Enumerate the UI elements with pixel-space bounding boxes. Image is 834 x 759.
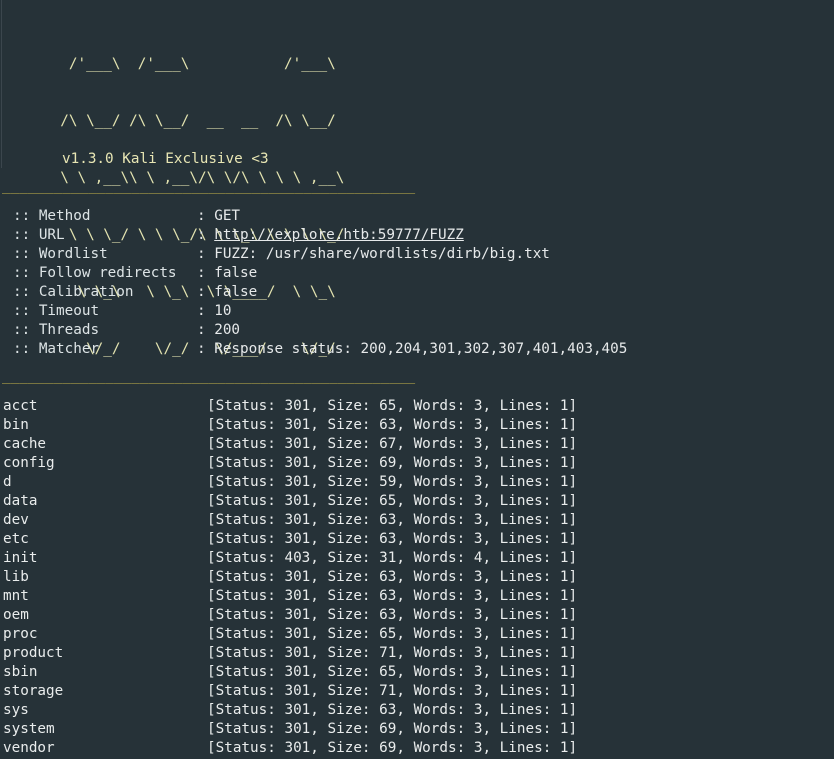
result-row: mnt [Status: 301, Size: 63, Words: 3, Lin…	[3, 587, 577, 606]
config-row-url: :: URL: http://explore.htb:59777/FUZZ	[13, 227, 464, 243]
config-url-link[interactable]: http://explore.htb:59777/FUZZ	[214, 227, 464, 243]
config-value: : 10	[197, 303, 232, 319]
result-row: sbin [Status: 301, Size: 65, Words: 3, Li…	[3, 663, 577, 682]
result-row: vendor [Status: 301, Size: 69, Words: 3, …	[3, 739, 577, 758]
config-key: :: Matcher	[13, 341, 100, 357]
config-row-threads: :: Threads : 200	[13, 321, 627, 340]
result-row: storage [Status: 301, Size: 71, Words: 3,…	[3, 682, 577, 701]
result-path: bin	[3, 417, 29, 433]
config-key: :: Timeout	[13, 303, 100, 319]
config-row-method: :: Method : GET	[13, 207, 627, 226]
result-path: proc	[3, 626, 38, 642]
result-meta: [Status: 403, Size: 31, Words: 4, Lines:…	[207, 550, 578, 566]
result-path: dev	[3, 512, 29, 528]
result-path: d	[3, 474, 12, 490]
result-path: etc	[3, 531, 29, 547]
result-meta: [Status: 301, Size: 65, Words: 3, Lines:…	[207, 398, 578, 414]
result-row: system [Status: 301, Size: 69, Words: 3, …	[3, 720, 577, 739]
config-value: : 200	[197, 322, 241, 338]
config-value: : false	[197, 265, 258, 281]
result-meta: [Status: 301, Size: 69, Words: 3, Lines:…	[207, 740, 578, 756]
config-key: :: Method	[13, 208, 91, 224]
result-meta: [Status: 301, Size: 71, Words: 3, Lines:…	[207, 683, 578, 699]
result-row: proc [Status: 301, Size: 65, Words: 3, Li…	[3, 625, 577, 644]
config-row-calibration: :: Calibration : false	[13, 283, 627, 302]
config-key: :: URL	[13, 227, 65, 243]
result-row: etc [Status: 301, Size: 63, Words: 3, Lin…	[3, 530, 577, 549]
result-meta: [Status: 301, Size: 65, Words: 3, Lines:…	[207, 493, 578, 509]
result-meta: [Status: 301, Size: 63, Words: 3, Lines:…	[207, 512, 578, 528]
result-row: acct [Status: 301, Size: 65, Words: 3, Li…	[3, 397, 577, 416]
result-path: data	[3, 493, 38, 509]
config-key: :: Wordlist	[13, 246, 108, 262]
version-text: v1.3.0 Kali Exclusive <3	[62, 151, 269, 167]
result-row: init [Status: 403, Size: 31, Words: 4, Li…	[3, 549, 577, 568]
config-block: :: Method : GET :: URL: http://explore.ht…	[13, 207, 627, 359]
result-row: oem [Status: 301, Size: 63, Words: 3, Lin…	[3, 606, 577, 625]
result-path: system	[3, 721, 55, 737]
result-path: acct	[3, 398, 38, 414]
result-row: product [Status: 301, Size: 71, Words: 3,…	[3, 644, 577, 663]
result-path: sbin	[3, 664, 38, 680]
result-path: sys	[3, 702, 29, 718]
logo-line: /\ \__/ /\ \__/ __ __ /\ \__/	[0, 113, 336, 129]
config-row-follow-redirects: :: Follow redirects : false	[13, 264, 627, 283]
result-meta: [Status: 301, Size: 63, Words: 3, Lines:…	[207, 417, 578, 433]
result-path: lib	[3, 569, 29, 585]
logo-line: /'___\ /'___\ /'___\	[0, 56, 336, 72]
result-row: d [Status: 301, Size: 59, Words: 3, Lines…	[3, 473, 577, 492]
config-key: :: Threads	[13, 322, 100, 338]
result-meta: [Status: 301, Size: 71, Words: 3, Lines:…	[207, 645, 578, 661]
terminal-window[interactable]: /'___\ /'___\ /'___\ /\ \__/ /\ \__/ __ …	[0, 0, 834, 759]
result-row: config [Status: 301, Size: 69, Words: 3, …	[3, 454, 577, 473]
result-meta: [Status: 301, Size: 63, Words: 3, Lines:…	[207, 588, 578, 604]
result-path: mnt	[3, 588, 29, 604]
config-key: :: Calibration	[13, 284, 134, 300]
result-meta: [Status: 301, Size: 63, Words: 3, Lines:…	[207, 607, 578, 623]
result-row: lib [Status: 301, Size: 63, Words: 3, Lin…	[3, 568, 577, 587]
result-row: cache [Status: 301, Size: 67, Words: 3, L…	[3, 435, 577, 454]
result-row: bin [Status: 301, Size: 63, Words: 3, Lin…	[3, 416, 577, 435]
result-meta: [Status: 301, Size: 65, Words: 3, Lines:…	[207, 664, 578, 680]
result-path: cache	[3, 436, 47, 452]
config-row-wordlist: :: Wordlist : FUZZ: /usr/share/wordlists/…	[13, 245, 627, 264]
result-row: data [Status: 301, Size: 65, Words: 3, Li…	[3, 492, 577, 511]
result-path: product	[3, 645, 64, 661]
result-path: vendor	[3, 740, 55, 756]
result-path: oem	[3, 607, 29, 623]
result-meta: [Status: 301, Size: 63, Words: 3, Lines:…	[207, 531, 578, 547]
result-row: sys [Status: 301, Size: 63, Words: 3, Lin…	[3, 701, 577, 720]
result-path: init	[3, 550, 38, 566]
result-meta: [Status: 301, Size: 67, Words: 3, Lines:…	[207, 436, 578, 452]
results-list: acct [Status: 301, Size: 65, Words: 3, Li…	[3, 397, 577, 758]
separator-line: ________________________________________…	[2, 368, 416, 384]
result-meta: [Status: 301, Size: 65, Words: 3, Lines:…	[207, 626, 578, 642]
result-path: config	[3, 455, 55, 471]
config-value: : FUZZ: /usr/share/wordlists/dirb/big.tx…	[197, 246, 550, 262]
config-row-matcher: :: Matcher : Response status: 200,204,301…	[13, 340, 627, 359]
separator-line: ________________________________________…	[2, 178, 416, 194]
config-row-timeout: :: Timeout : 10	[13, 302, 627, 321]
result-meta: [Status: 301, Size: 69, Words: 3, Lines:…	[207, 455, 578, 471]
result-meta: [Status: 301, Size: 63, Words: 3, Lines:…	[207, 569, 578, 585]
config-value: : GET	[197, 208, 241, 224]
config-value: : false	[197, 284, 258, 300]
config-key: :: Follow redirects	[13, 265, 177, 281]
config-value: : Response status: 200,204,301,302,307,4…	[197, 341, 628, 357]
result-path: storage	[3, 683, 64, 699]
result-meta: [Status: 301, Size: 63, Words: 3, Lines:…	[207, 702, 578, 718]
result-meta: [Status: 301, Size: 59, Words: 3, Lines:…	[207, 474, 578, 490]
result-row: dev [Status: 301, Size: 63, Words: 3, Lin…	[3, 511, 577, 530]
result-meta: [Status: 301, Size: 69, Words: 3, Lines:…	[207, 721, 578, 737]
